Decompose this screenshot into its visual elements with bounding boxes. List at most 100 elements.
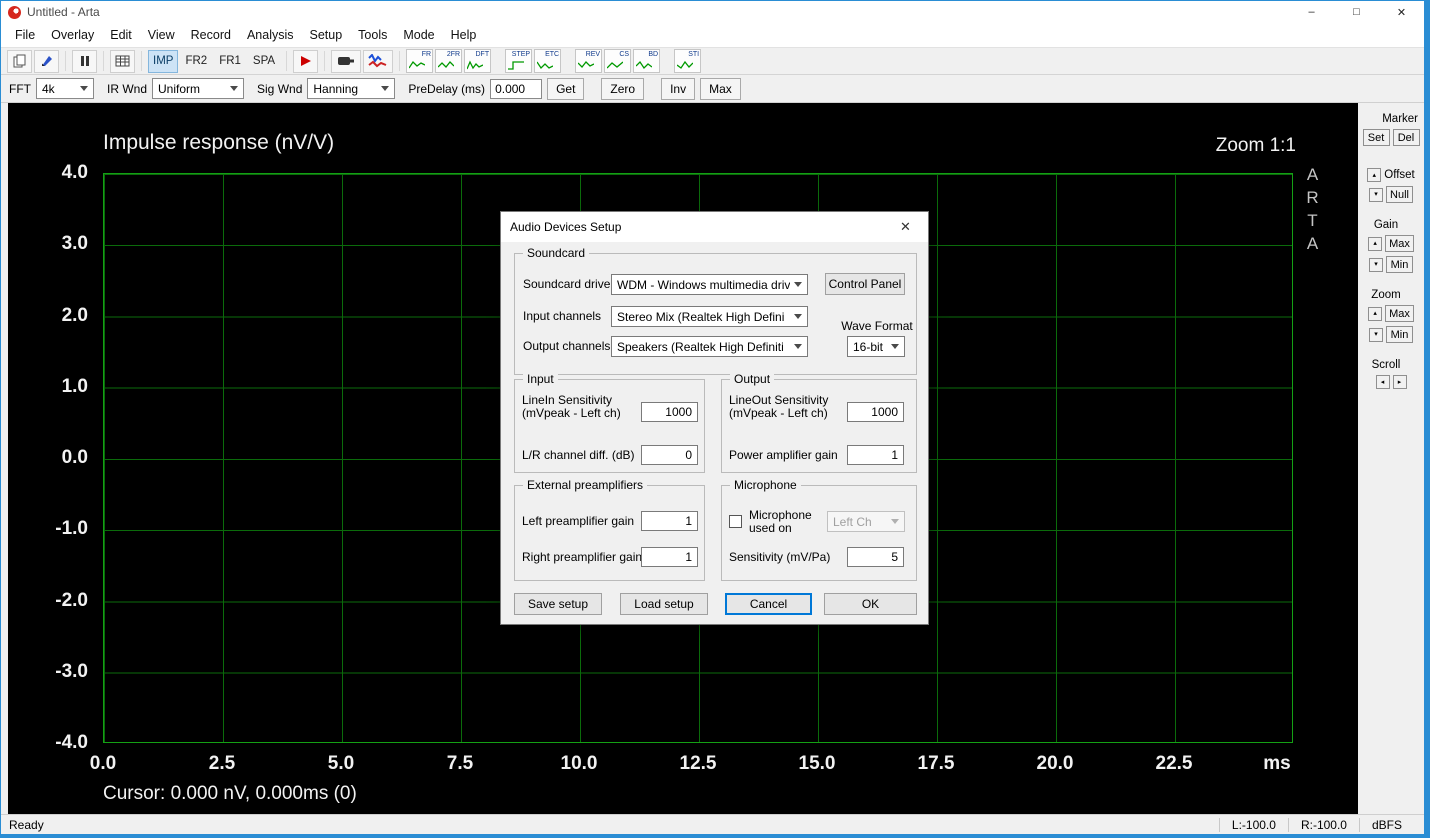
offset-down-spinner[interactable]: ▾ — [1369, 188, 1383, 202]
tool-cs-icon[interactable]: CS — [604, 49, 631, 73]
menu-record[interactable]: Record — [183, 25, 239, 45]
input-channels-label: Input channels — [523, 310, 601, 323]
chevron-down-icon — [891, 344, 899, 349]
minimize-button[interactable]: – — [1289, 1, 1334, 23]
tool-step-icon[interactable]: STEP — [505, 49, 532, 73]
gain-down-spinner[interactable]: ▾ — [1369, 258, 1383, 272]
tool-rev-icon[interactable]: REV — [575, 49, 602, 73]
mode-fr2-button[interactable]: FR2 — [180, 50, 212, 73]
menu-file[interactable]: File — [7, 25, 43, 45]
zoom-down-spinner[interactable]: ▾ — [1369, 328, 1383, 342]
left-preamp-gain-input[interactable] — [641, 511, 698, 531]
window-title: Untitled - Arta — [27, 5, 100, 19]
tool-etc-icon[interactable]: ETC — [534, 49, 561, 73]
fft-label: FFT — [9, 82, 31, 96]
mode-fr1-button[interactable]: FR1 — [214, 50, 246, 73]
scroll-right-button[interactable]: ▸ — [1393, 375, 1407, 389]
input-channels-combobox[interactable]: Stereo Mix (Realtek High Defini — [611, 306, 808, 327]
mode-spa-button[interactable]: SPA — [248, 50, 280, 73]
max-button[interactable]: Max — [700, 78, 741, 100]
zero-button[interactable]: Zero — [601, 78, 644, 100]
tool-2fr-label: 2FR — [447, 51, 460, 58]
predelay-input[interactable] — [490, 79, 542, 99]
menu-edit[interactable]: Edit — [102, 25, 140, 45]
signal-channels-icon[interactable] — [363, 50, 393, 73]
wave-format-combobox[interactable]: 16-bit — [847, 336, 905, 357]
inv-button[interactable]: Inv — [661, 78, 695, 100]
sig-wnd-combobox[interactable]: Hanning — [307, 78, 395, 99]
mic-used-checkbox[interactable] — [729, 515, 742, 528]
copy-document-icon[interactable] — [7, 50, 32, 73]
microphone-group-label: Microphone — [730, 478, 801, 492]
get-button[interactable]: Get — [547, 78, 584, 100]
linein-sensitivity-label: LineIn Sensitivity (mVpeak - Left ch) — [522, 394, 626, 420]
toolbar-separator — [65, 51, 66, 71]
zoom-max-button[interactable]: Max — [1385, 305, 1414, 322]
window-controls: – □ ✕ — [1289, 1, 1424, 23]
zoom-up-spinner[interactable]: ▴ — [1368, 307, 1382, 321]
cancel-button[interactable]: Cancel — [725, 593, 812, 615]
mic-channel-value: Left Ch — [833, 515, 887, 529]
soundcard-driver-combobox[interactable]: WDM - Windows multimedia driver — [611, 274, 808, 295]
tool-bd-icon[interactable]: BD — [633, 49, 660, 73]
menu-setup[interactable]: Setup — [302, 25, 351, 45]
tool-2fr-icon[interactable]: 2FR — [435, 49, 462, 73]
pause-icon[interactable] — [72, 50, 97, 73]
close-button[interactable]: ✕ — [1379, 1, 1424, 23]
zoom-min-button[interactable]: Min — [1386, 326, 1413, 343]
record-play-icon[interactable] — [293, 50, 318, 73]
linein-sensitivity-input[interactable] — [641, 402, 698, 422]
sig-wnd-label: Sig Wnd — [257, 82, 302, 96]
gain-up-spinner[interactable]: ▴ — [1368, 237, 1382, 251]
menu-analysis[interactable]: Analysis — [239, 25, 302, 45]
dialog-close-icon[interactable]: ✕ — [883, 212, 928, 242]
menu-tools[interactable]: Tools — [350, 25, 395, 45]
menu-mode[interactable]: Mode — [395, 25, 442, 45]
maximize-button[interactable]: □ — [1334, 1, 1379, 23]
mode-imp-button[interactable]: IMP — [148, 50, 178, 73]
predelay-label: PreDelay (ms) — [408, 82, 485, 96]
save-setup-button[interactable]: Save setup — [514, 593, 602, 615]
power-amplifier-gain-input[interactable] — [847, 445, 904, 465]
ok-button[interactable]: OK — [824, 593, 917, 615]
tool-step-label: STEP — [512, 51, 530, 58]
y-tick: -1.0 — [8, 518, 94, 540]
ir-wnd-combobox[interactable]: Uniform — [152, 78, 244, 99]
spreadsheet-icon[interactable] — [110, 50, 135, 73]
gain-max-button[interactable]: Max — [1385, 235, 1414, 252]
offset-up-spinner[interactable]: ▴ — [1367, 168, 1381, 182]
status-levels: L:-100.0 R:-100.0 dBFS — [1219, 815, 1424, 834]
color-pen-icon[interactable] — [34, 50, 59, 73]
scroll-left-button[interactable]: ◂ — [1376, 375, 1390, 389]
lineout-sensitivity-input[interactable] — [847, 402, 904, 422]
arta-app-icon — [8, 6, 21, 19]
tool-fr-icon[interactable]: FR — [406, 49, 433, 73]
tool-sti-icon[interactable]: STI — [674, 49, 701, 73]
marker-del-button[interactable]: Del — [1393, 129, 1420, 146]
fft-combobox[interactable]: 4k — [36, 78, 94, 99]
left-level-readout: L:-100.0 — [1219, 818, 1288, 832]
tool-dft-icon[interactable]: DFT — [464, 49, 491, 73]
menu-view[interactable]: View — [140, 25, 183, 45]
output-channels-combobox[interactable]: Speakers (Realtek High Definiti — [611, 336, 808, 357]
offset-null-button[interactable]: Null — [1386, 186, 1413, 203]
input-group-label: Input — [523, 372, 558, 386]
control-panel-button[interactable]: Control Panel — [825, 273, 905, 295]
main-area: Impulse response (nV/V) Zoom 1:1 ARTA 4.… — [1, 103, 1424, 814]
load-setup-button[interactable]: Load setup — [620, 593, 708, 615]
lr-channel-diff-label: L/R channel diff. (dB) — [522, 449, 635, 462]
level-unit-label: dBFS — [1359, 818, 1414, 832]
lr-channel-diff-input[interactable] — [641, 445, 698, 465]
menu-help[interactable]: Help — [443, 25, 485, 45]
right-preamp-gain-input[interactable] — [641, 547, 698, 567]
output-channels-value: Speakers (Realtek High Definiti — [617, 340, 790, 354]
wave-format-label: Wave Format — [841, 320, 913, 333]
x-tick: 5.0 — [328, 753, 354, 775]
chevron-down-icon — [794, 314, 802, 319]
mic-sensitivity-input[interactable] — [847, 547, 904, 567]
generator-icon[interactable] — [331, 50, 361, 73]
menu-overlay[interactable]: Overlay — [43, 25, 102, 45]
gain-min-button[interactable]: Min — [1386, 256, 1413, 273]
lineout-sensitivity-label: LineOut Sensitivity (mVpeak - Left ch) — [729, 394, 839, 420]
marker-set-button[interactable]: Set — [1363, 129, 1390, 146]
